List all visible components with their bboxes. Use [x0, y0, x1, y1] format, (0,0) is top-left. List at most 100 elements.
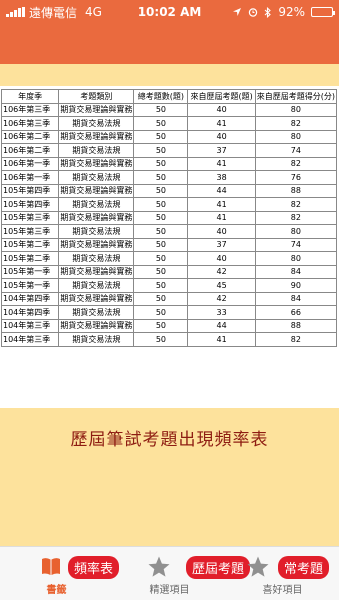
table-cell: 84 [254, 291, 338, 306]
table-cell: 106年第三季 [0, 102, 60, 117]
table-row: 106年第二季 期貨交易法規 50 37 74 [0, 143, 338, 158]
star-icon [247, 556, 269, 577]
table-cell: 82 [254, 116, 338, 131]
table-cell: 50 [133, 264, 189, 279]
table-cell: 期貨交易理論與實務 [58, 129, 135, 144]
table-cell: 37 [187, 237, 256, 252]
table-cell: 50 [133, 318, 189, 333]
table-cell: 40 [187, 224, 256, 239]
table-cell: 期貨交易理論與實務 [58, 264, 135, 279]
table-cell: 106年第二季 [0, 129, 60, 144]
table-cell: 105年第四季 [0, 183, 60, 198]
tab-favorites[interactable]: 常考題 喜好項目 [226, 547, 339, 600]
book-icon [42, 558, 60, 575]
table-row: 105年第三季 期貨交易理論與實務 50 41 82 [0, 210, 338, 225]
table-cell: 105年第三季 [0, 210, 60, 225]
signal-icon [6, 7, 25, 17]
network-type: 4G [85, 5, 102, 19]
table-cell: 104年第四季 [0, 291, 60, 306]
table-cell: 50 [133, 143, 189, 158]
tab-featured[interactable]: 歷屆考題 精選項目 [113, 547, 251, 600]
table-cell: 82 [254, 197, 338, 212]
table-header-row: 年度季 考題類別 總考題數(題) 來自歷屆考題(題) 來自歷屆考題得分(分) [0, 89, 338, 104]
table-cell: 42 [187, 291, 256, 306]
table-cell: 期貨交易法規 [58, 332, 135, 347]
table-cell: 期貨交易法規 [58, 305, 135, 320]
table-cell: 50 [133, 305, 189, 320]
table-cell: 84 [254, 264, 338, 279]
table-row: 105年第三季 期貨交易法規 50 40 80 [0, 224, 338, 239]
column-header: 年度季 [0, 89, 60, 104]
table-row: 106年第三季 期貨交易法規 50 41 82 [0, 116, 338, 131]
table-cell: 期貨交易理論與實務 [58, 318, 135, 333]
table-cell: 74 [254, 143, 338, 158]
table-cell: 41 [187, 332, 256, 347]
table-cell: 106年第一季 [0, 156, 60, 171]
table-cell: 105年第一季 [0, 278, 60, 293]
table-cell: 88 [254, 183, 338, 198]
tab-label: 書籤 [46, 585, 67, 596]
table-row: 104年第三季 期貨交易法規 50 41 82 [0, 332, 338, 347]
table-cell: 期貨交易法規 [58, 116, 135, 131]
table-cell: 105年第二季 [0, 251, 60, 266]
star-icon [148, 556, 170, 577]
table-row: 106年第一季 期貨交易理論與實務 50 41 82 [0, 156, 338, 171]
table-cell: 50 [133, 224, 189, 239]
table-cell: 105年第一季 [0, 264, 60, 279]
table-cell: 38 [187, 170, 256, 185]
table-cell: 44 [187, 318, 256, 333]
column-header: 考題類別 [58, 89, 135, 104]
table-cell: 期貨交易理論與實務 [58, 210, 135, 225]
table-cell: 88 [254, 318, 338, 333]
table-row: 105年第四季 期貨交易理論與實務 50 44 88 [0, 183, 338, 198]
table-cell: 期貨交易法規 [58, 197, 135, 212]
table-cell: 74 [254, 237, 338, 252]
table-row: 106年第一季 期貨交易法規 50 38 76 [0, 170, 338, 185]
tab-bar: 頻率表 書籤 歷屆考題 精選項目 常考題 喜好項目 [0, 546, 339, 600]
table-cell: 50 [133, 197, 189, 212]
table-row: 105年第四季 期貨交易法規 50 41 82 [0, 197, 338, 212]
table-row: 105年第二季 期貨交易法規 50 40 80 [0, 251, 338, 266]
tab-badge: 頻率表 [68, 556, 120, 579]
table-cell: 50 [133, 102, 189, 117]
table-cell: 50 [133, 332, 189, 347]
tab-badge: 常考題 [278, 556, 330, 579]
carrier-name: 遠傳電信 [29, 5, 78, 20]
location-icon [233, 8, 242, 16]
table-cell: 105年第二季 [0, 237, 60, 252]
frequency-table-image: 年度季 考題類別 總考題數(題) 來自歷屆考題(題) 來自歷屆考題得分(分) 106年第… [0, 86, 339, 408]
table-cell: 76 [254, 170, 338, 185]
page-caption: 歷屆筆試考題出現頻率表 [70, 430, 269, 450]
table-cell: 40 [187, 102, 256, 117]
column-header: 來自歷屆考題得分(分) [254, 89, 338, 104]
status-bar: 遠傳電信 4G 10:02 AM 92% [0, 0, 339, 24]
alarm-icon [249, 8, 258, 17]
tab-bookmarks[interactable]: 頻率表 書籤 [0, 547, 120, 600]
table-cell: 41 [187, 156, 256, 171]
table-cell: 期貨交易理論與實務 [58, 102, 135, 117]
table-cell: 82 [254, 156, 338, 171]
table-cell: 期貨交易法規 [58, 143, 135, 158]
table-cell: 37 [187, 143, 256, 158]
table-row: 104年第三季 期貨交易理論與實務 50 44 88 [0, 318, 338, 333]
table-cell: 106年第二季 [0, 143, 60, 158]
table-cell: 104年第三季 [0, 318, 60, 333]
table-cell: 期貨交易法規 [58, 251, 135, 266]
table-cell: 50 [133, 278, 189, 293]
table-cell: 期貨交易理論與實務 [58, 237, 135, 252]
table-cell: 40 [187, 129, 256, 144]
table-cell: 44 [187, 183, 256, 198]
table-row: 105年第一季 期貨交易理論與實務 50 42 84 [0, 264, 338, 279]
table-cell: 50 [133, 156, 189, 171]
table-cell: 41 [187, 197, 256, 212]
table-cell: 104年第四季 [0, 305, 60, 320]
table-cell: 82 [254, 332, 338, 347]
table-cell: 33 [187, 305, 256, 320]
table-cell: 50 [133, 210, 189, 225]
table-cell: 41 [187, 210, 256, 225]
table-cell: 45 [187, 278, 256, 293]
table-row: 105年第二季 期貨交易理論與實務 50 37 74 [0, 237, 338, 252]
table-row: 106年第三季 期貨交易理論與實務 50 40 80 [0, 102, 338, 117]
table-cell: 105年第四季 [0, 197, 60, 212]
table-cell: 期貨交易法規 [58, 170, 135, 185]
